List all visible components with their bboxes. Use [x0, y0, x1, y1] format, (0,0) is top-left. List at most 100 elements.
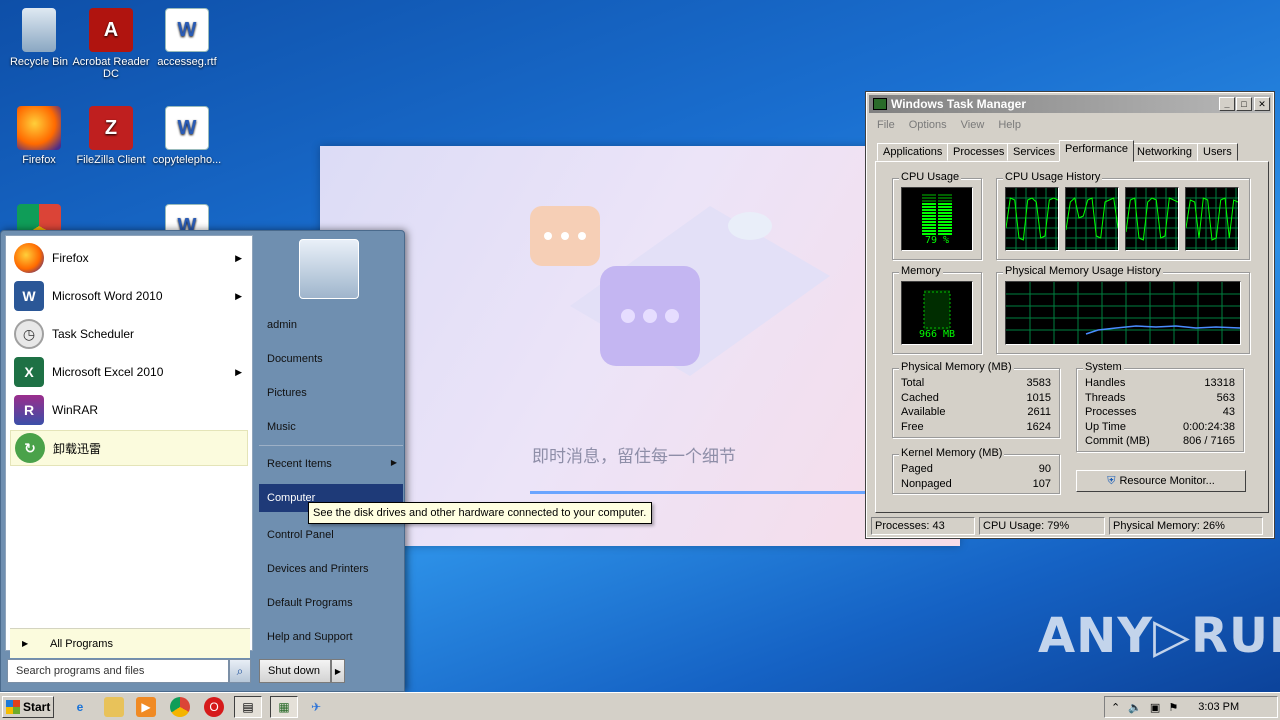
submenu-arrow-icon: ▶: [235, 252, 242, 263]
right-item-documents[interactable]: Documents: [259, 345, 403, 373]
sys-handles-value: 13318: [1204, 377, 1235, 389]
action-center-flag-icon[interactable]: ⚑: [1168, 701, 1178, 714]
media-player-icon[interactable]: ▶: [136, 697, 156, 717]
internet-explorer-icon[interactable]: e: [70, 697, 90, 717]
menu-bar: File Options View Help: [877, 119, 1021, 131]
user-picture[interactable]: [299, 239, 359, 299]
program-task-scheduler[interactable]: ◷ Task Scheduler: [10, 316, 248, 352]
menu-options[interactable]: Options: [909, 119, 947, 131]
xunlei-icon[interactable]: ✈: [306, 697, 326, 717]
window-title: Windows Task Manager: [869, 95, 1271, 113]
resource-monitor-label: Resource Monitor...: [1119, 475, 1215, 487]
start-label: Start: [23, 700, 51, 714]
search-icon: ⌕: [236, 663, 244, 678]
program-winrar[interactable]: R WinRAR: [10, 392, 248, 428]
shield-icon: ⛨: [1107, 474, 1116, 487]
desktop-icon-recycle-bin[interactable]: Recycle Bin: [0, 8, 78, 68]
right-item-help-support[interactable]: Help and Support: [259, 623, 403, 651]
tab-performance[interactable]: Performance: [1059, 140, 1134, 162]
pm-available-value: 2611: [1027, 406, 1051, 418]
desktop-icon-copytelepho[interactable]: W copytelepho...: [148, 106, 226, 166]
sys-uptime-value: 0:00:24:38: [1183, 421, 1235, 433]
right-item-default-programs[interactable]: Default Programs: [259, 589, 403, 617]
cpu-meter-segment: [922, 227, 936, 229]
km-paged-label: Paged: [901, 463, 933, 475]
tab-services[interactable]: Services: [1007, 143, 1062, 161]
windows-logo-icon: [6, 700, 20, 714]
sys-threads-label: Threads: [1085, 392, 1126, 404]
program-excel[interactable]: X Microsoft Excel 2010 ▶: [10, 354, 248, 390]
minimize-button[interactable]: _: [1219, 97, 1235, 111]
task-manager-window: Windows Task Manager _ □ ✕ File Options …: [865, 91, 1275, 539]
physical-memory-label: Physical Memory (MB): [899, 361, 1014, 373]
right-item-pictures[interactable]: Pictures: [259, 379, 403, 407]
search-input[interactable]: Search programs and files: [7, 659, 229, 683]
all-programs-label: All Programs: [50, 637, 113, 650]
program-label: 卸载迅雷: [53, 441, 102, 456]
close-button[interactable]: ✕: [1254, 97, 1270, 111]
cpu-meter-segment: [938, 212, 952, 214]
tab-networking[interactable]: Networking: [1131, 143, 1199, 161]
tab-applications[interactable]: Applications: [877, 143, 949, 161]
expand-arrow-icon: ▶: [22, 639, 29, 648]
program-uninstall-xunlei[interactable]: ↻ 卸载迅雷: [10, 430, 248, 466]
right-item-recent-items[interactable]: Recent Items ▶: [259, 450, 403, 478]
cpu-meter-segment: [938, 194, 952, 196]
menu-view[interactable]: View: [961, 119, 985, 131]
desktop-icon-accesseg[interactable]: W accesseg.rtf: [148, 8, 226, 68]
folder-icon[interactable]: [104, 697, 124, 717]
program-label: Microsoft Word 2010: [52, 289, 163, 303]
desktop-icon-firefox[interactable]: Firefox: [0, 106, 78, 166]
cpu-history-group: CPU Usage History: [996, 171, 1250, 260]
firefox-icon: [14, 243, 44, 273]
opera-icon[interactable]: O: [204, 697, 224, 717]
program-firefox[interactable]: Firefox ▶: [10, 240, 248, 276]
cpu-meter-segment: [922, 224, 936, 226]
all-programs-button[interactable]: ▶ All Programs: [10, 628, 250, 658]
chrome-icon[interactable]: [170, 697, 190, 717]
start-button[interactable]: Start: [2, 696, 54, 718]
search-button[interactable]: ⌕: [229, 659, 251, 683]
cpu-meter-segment: [922, 206, 936, 208]
cpu-meter-segment: [922, 218, 936, 220]
app-window-icon: ▤: [242, 700, 254, 714]
sys-commit-value: 806 / 7165: [1183, 435, 1235, 447]
taskbar-button-task-manager[interactable]: ▦: [270, 696, 298, 718]
network-icon[interactable]: ▣: [1150, 701, 1160, 714]
km-nonpaged-label: Nonpaged: [901, 478, 952, 490]
show-hidden-icons-icon[interactable]: ⌃: [1111, 701, 1120, 714]
cpu-meter-segment: [922, 197, 936, 199]
cpu-meter-segment: [938, 206, 952, 208]
maximize-button[interactable]: □: [1236, 97, 1252, 111]
cpu-meter-segment: [922, 200, 936, 202]
desktop-icon-label: accesseg.rtf: [157, 56, 217, 68]
taskbar-button-app[interactable]: ▤: [234, 696, 262, 718]
right-item-control-panel[interactable]: Control Panel: [259, 521, 403, 549]
cpu-meter-segment: [938, 221, 952, 223]
cpu-meter-segment: [922, 221, 936, 223]
tab-processes[interactable]: Processes: [947, 143, 1011, 161]
tab-users[interactable]: Users: [1197, 143, 1238, 161]
right-item-music[interactable]: Music: [259, 413, 403, 441]
cpu-meter-segment: [922, 203, 936, 205]
menu-help[interactable]: Help: [998, 119, 1021, 131]
memory-history-group: Physical Memory Usage History: [996, 265, 1250, 354]
program-label: WinRAR: [52, 403, 99, 417]
program-label: Firefox: [52, 251, 89, 265]
pm-free-label: Free: [901, 421, 924, 433]
shutdown-button[interactable]: Shut down: [259, 659, 331, 683]
physical-memory-group: Physical Memory (MB) Total 3583 Cached 101…: [892, 361, 1060, 438]
clock[interactable]: 3:03 PM: [1198, 701, 1239, 713]
resource-monitor-button[interactable]: ⛨ Resource Monitor...: [1076, 470, 1246, 492]
shutdown-options-button[interactable]: ▶: [331, 659, 345, 683]
program-word[interactable]: W Microsoft Word 2010 ▶: [10, 278, 248, 314]
cpu-meter-segment: [922, 230, 936, 232]
pm-total-label: Total: [901, 377, 925, 389]
volume-icon[interactable]: 🔈: [1128, 701, 1142, 714]
menu-file[interactable]: File: [877, 119, 895, 131]
right-item-devices-printers[interactable]: Devices and Printers: [259, 555, 403, 583]
cpu-meter-segment: [938, 200, 952, 202]
desktop-icon-acrobat[interactable]: A Acrobat Reader DC: [72, 8, 150, 80]
right-item-admin[interactable]: admin: [259, 311, 403, 339]
desktop-icon-filezilla[interactable]: Z FileZilla Client: [72, 106, 150, 166]
